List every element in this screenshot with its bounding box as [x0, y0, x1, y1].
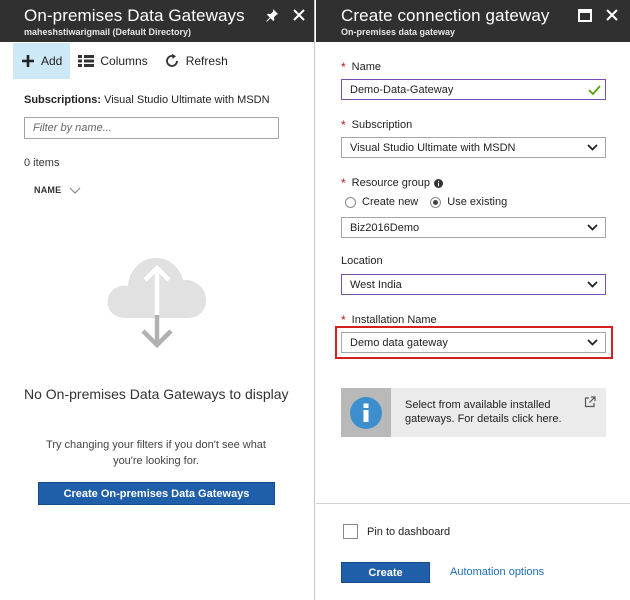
create-gateways-button[interactable]: Create On-premises Data Gateways [38, 482, 275, 505]
plus-icon [22, 55, 34, 67]
name-input[interactable]: Demo-Data-Gateway [341, 79, 606, 100]
use-existing-label: Use existing [447, 196, 508, 208]
columns-label: Columns [100, 54, 148, 68]
create-new-label: Create new [362, 196, 419, 208]
automation-options-link[interactable]: Automation options [450, 566, 544, 578]
installation-name-value: Demo data gateway [350, 336, 448, 349]
name-value: Demo-Data-Gateway [350, 83, 454, 96]
location-value: West India [350, 278, 402, 291]
items-count: 0 items [24, 157, 60, 169]
subscriptions-value: Visual Studio Ultimate with MSDN [104, 94, 270, 106]
left-blade-subtitle: maheshstiwarigmail (Default Directory) [24, 27, 192, 37]
required-marker: * [341, 313, 346, 327]
close-icon[interactable] [290, 6, 308, 24]
use-existing-radio[interactable]: Use existing [430, 196, 507, 208]
checkmark-icon [588, 85, 601, 96]
installation-name-select[interactable]: Demo data gateway [341, 332, 606, 353]
empty-state-title: No On-premises Data Gateways to display [24, 386, 289, 402]
refresh-button[interactable]: Refresh [156, 43, 236, 79]
pin-to-dashboard-label: Pin to dashboard [367, 525, 451, 538]
refresh-icon [165, 53, 178, 67]
name-column-label: NAME [34, 185, 62, 195]
pin-to-dashboard-checkbox[interactable]: Pin to dashboard [343, 524, 450, 539]
resource-group-radio-group: Create new Use existing [345, 196, 519, 208]
create-new-radio[interactable]: Create new [345, 196, 418, 208]
gateways-list-blade: On-premises Data Gateways maheshstiwarig… [0, 0, 315, 600]
left-toolbar: Add Columns Refresh [0, 42, 314, 80]
pin-icon[interactable] [263, 6, 281, 24]
required-marker: * [341, 118, 346, 132]
info-icon[interactable] [433, 178, 443, 188]
required-marker: * [341, 60, 346, 74]
radio-circle [345, 196, 356, 208]
columns-icon [78, 55, 95, 67]
checkbox-box [343, 524, 358, 539]
resource-group-label: * Resource group [341, 176, 443, 190]
right-blade-header: Create connection gateway On-premises da… [316, 0, 630, 42]
location-label: Location [341, 255, 383, 267]
resource-group-label-text: Resource group [351, 177, 430, 189]
radio-circle-checked [430, 196, 442, 208]
create-button[interactable]: Create [341, 562, 430, 583]
right-blade-subtitle: On-premises data gateway [341, 27, 456, 37]
chevron-down-icon [69, 187, 81, 194]
add-button[interactable]: Add [13, 43, 71, 79]
filter-by-name-input[interactable] [24, 117, 279, 139]
cloud-upload-icon [104, 252, 210, 352]
chevron-down-icon [587, 339, 598, 346]
footer-divider [316, 503, 630, 504]
maximize-icon[interactable] [576, 6, 594, 24]
columns-button[interactable]: Columns [70, 43, 155, 79]
subscriptions-label: Subscriptions: [24, 94, 102, 106]
close-icon[interactable] [603, 6, 621, 24]
resource-group-value: Biz2016Demo [350, 221, 420, 234]
create-connection-gateway-blade: Create connection gateway On-premises da… [316, 0, 630, 600]
info-panel-text: Select from available installed gateways… [405, 399, 562, 425]
required-marker: * [341, 176, 346, 190]
info-icon [341, 388, 391, 437]
location-select[interactable]: West India [341, 274, 606, 295]
chevron-down-icon [587, 224, 598, 231]
subscription-select[interactable]: Visual Studio Ultimate with MSDN [341, 137, 606, 158]
installation-name-label-text: Installation Name [351, 314, 437, 326]
name-label: * Name [341, 60, 381, 74]
location-label-text: Location [341, 255, 383, 267]
subscription-value: Visual Studio Ultimate with MSDN [350, 141, 516, 154]
empty-state-hint: Try changing your filters if you don't s… [46, 439, 266, 467]
gateway-info-panel[interactable]: Select from available installed gateways… [341, 388, 606, 437]
left-blade-header: On-premises Data Gateways maheshstiwarig… [0, 0, 314, 42]
name-label-text: Name [351, 61, 382, 73]
subscriptions-filter[interactable]: Subscriptions: Visual Studio Ultimate wi… [24, 94, 270, 106]
name-column-header[interactable]: NAME [34, 185, 81, 195]
external-link-icon[interactable] [584, 395, 596, 413]
subscription-label: * Subscription [341, 118, 412, 132]
installation-name-label: * Installation Name [341, 313, 437, 327]
subscription-label-text: Subscription [351, 119, 413, 131]
add-label: Add [41, 54, 63, 68]
chevron-down-icon [587, 281, 598, 288]
resource-group-select[interactable]: Biz2016Demo [341, 217, 606, 238]
refresh-label: Refresh [185, 54, 228, 68]
chevron-down-icon [587, 144, 598, 151]
